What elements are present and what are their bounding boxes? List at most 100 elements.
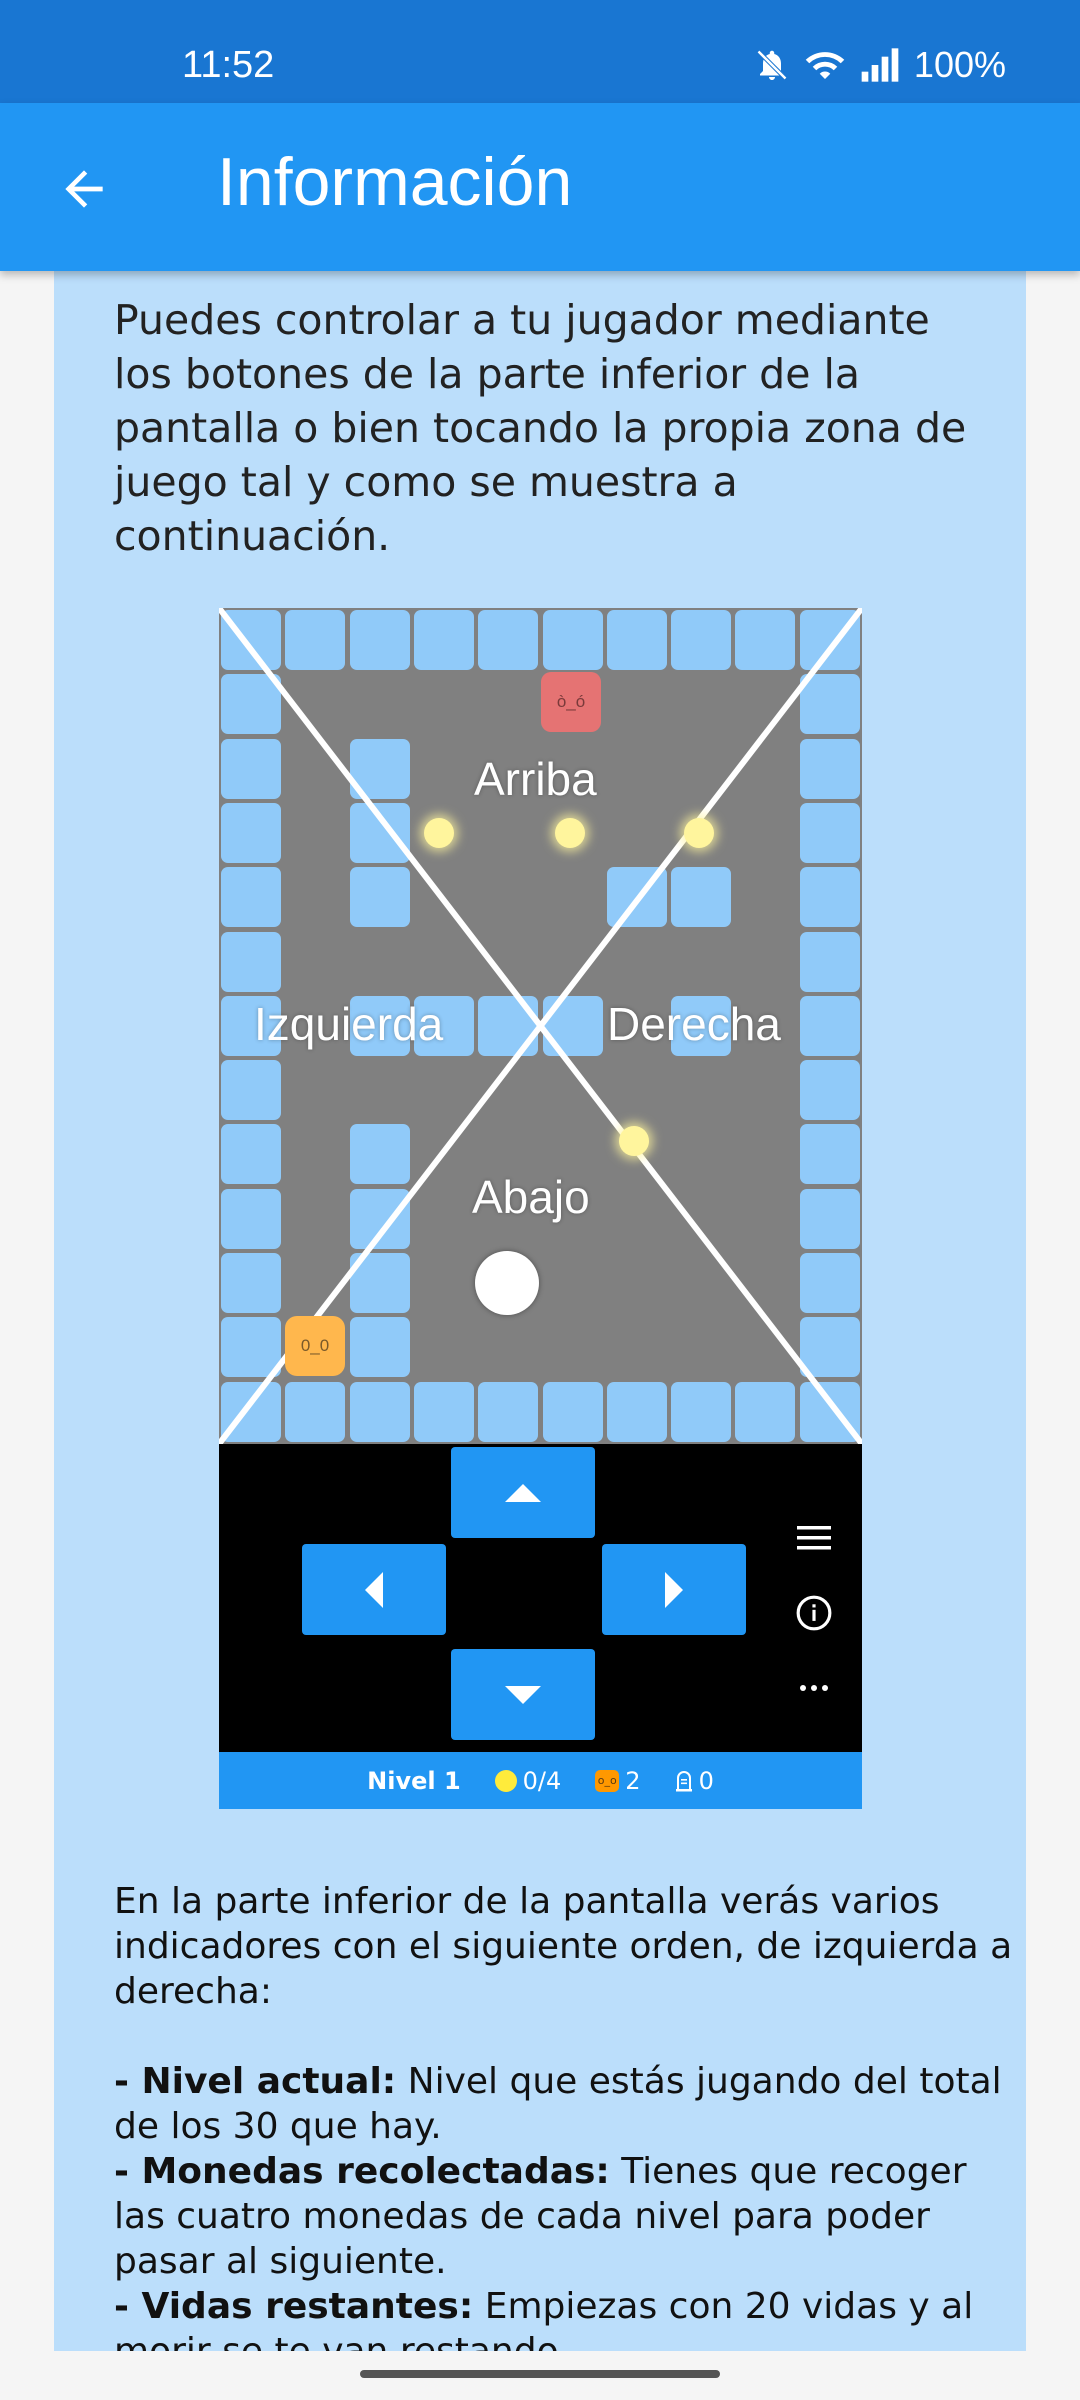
down-button[interactable]	[451, 1649, 595, 1740]
maze-wall-tile	[413, 1381, 474, 1442]
maze-wall-tile	[799, 1124, 860, 1185]
hud-lives-value: 2	[625, 1766, 641, 1795]
control-pad	[219, 1444, 862, 1752]
zone-label-down: Abajo	[472, 1171, 590, 1223]
hud-level: Nivel 1	[367, 1766, 461, 1795]
maze-wall-tile	[413, 610, 474, 670]
maze-wall-tile	[221, 1317, 281, 1378]
maze-wall-tile	[349, 802, 410, 863]
player	[475, 1251, 539, 1315]
hud-coins: 0/4	[494, 1766, 562, 1795]
left-button[interactable]	[302, 1544, 446, 1635]
maze-wall-tile	[671, 867, 732, 928]
maze-wall-tile	[478, 995, 539, 1056]
list-item: - Monedas recolectadas: Tienes que recog…	[114, 2149, 1014, 2284]
maze-wall-tile	[349, 1124, 410, 1185]
maze-wall-tile	[735, 610, 796, 670]
maze-wall-tile	[799, 610, 860, 670]
list-item: - Nivel actual: Nivel que estás jugando …	[114, 2059, 1014, 2149]
maze-wall-tile	[349, 610, 410, 670]
maze-wall-tile	[349, 1253, 410, 1313]
zone-label-right: Derecha	[607, 998, 781, 1050]
more-button[interactable]	[791, 1665, 837, 1711]
maze-wall-tile	[221, 1253, 281, 1313]
app-bar: Información	[0, 103, 1080, 271]
indicators-intro: En la parte inferior de la pantalla verá…	[114, 1881, 1013, 2012]
more-horizontal-icon	[800, 1685, 828, 1691]
triangle-up-icon	[505, 1483, 541, 1502]
maze-wall-tile	[799, 995, 860, 1056]
right-button[interactable]	[602, 1544, 746, 1635]
maze-wall-tile	[221, 738, 281, 799]
info-icon	[796, 1595, 832, 1631]
maze-wall-tile	[349, 738, 410, 799]
maze-wall-tile	[221, 1060, 281, 1121]
maze-wall-tile	[799, 738, 860, 799]
maze-wall-tile	[542, 610, 603, 670]
maze-wall-tile	[349, 1317, 410, 1378]
signal-icon	[860, 48, 900, 82]
maze-wall-tile	[221, 867, 281, 928]
back-button[interactable]	[48, 153, 120, 225]
maze-wall-tile	[799, 1253, 860, 1313]
maze-wall-tile	[735, 1381, 796, 1442]
face-icon: o_o	[595, 1769, 620, 1792]
tombstone-icon	[675, 1770, 692, 1791]
coin	[555, 818, 585, 848]
info-content[interactable]: Puedes controlar a tu jugador mediante l…	[54, 271, 1026, 2351]
bell-off-icon	[754, 47, 790, 83]
hud-steps-value: 0	[698, 1766, 714, 1795]
maze-wall-tile	[221, 1381, 281, 1442]
maze-wall-tile	[221, 674, 281, 735]
maze-wall-tile	[221, 931, 281, 992]
maze-wall-tile	[349, 867, 410, 928]
up-button[interactable]	[451, 1447, 595, 1538]
hud-coins-value: 0/4	[522, 1766, 562, 1795]
maze-wall-tile	[542, 995, 603, 1056]
maze-wall-tile	[221, 1188, 281, 1249]
item-term: - Vidas restantes:	[114, 2286, 474, 2327]
triangle-left-icon	[365, 1571, 383, 1608]
hud-steps: 0	[675, 1767, 714, 1795]
indicators-description: En la parte inferior de la pantalla verá…	[114, 1879, 1014, 2351]
maze-wall-tile	[799, 674, 860, 735]
coin	[424, 818, 454, 848]
battery-text: 100%	[913, 44, 1006, 85]
wifi-icon	[804, 47, 846, 83]
item-term: - Nivel actual:	[114, 2061, 397, 2102]
maze-wall-tile	[799, 1188, 860, 1249]
gesture-handle[interactable]	[360, 2370, 720, 2378]
status-bar: 11:52 100%	[0, 0, 1080, 103]
maze-wall-tile	[349, 1188, 410, 1249]
maze-wall-tile	[349, 1381, 410, 1442]
enemy-red: ò_ó	[541, 672, 601, 732]
info-button[interactable]	[791, 1590, 837, 1636]
maze-wall-tile	[671, 1381, 732, 1442]
status-icons: 100%	[754, 44, 1006, 86]
maze-wall-tile	[799, 802, 860, 863]
triangle-down-icon	[505, 1685, 541, 1704]
arrow-back-icon	[65, 170, 103, 208]
game-board: ò_ó 0_0 Arriba Izquierda Derecha Abajo	[219, 608, 862, 1444]
page-title: Información	[217, 144, 573, 220]
intro-paragraph: Puedes controlar a tu jugador mediante l…	[114, 296, 967, 560]
maze-wall-tile	[221, 610, 281, 670]
list-item: - Vidas restantes: Empiezas con 20 vidas…	[114, 2284, 1014, 2351]
maze-wall-tile	[671, 610, 732, 670]
maze-wall-tile	[799, 931, 860, 992]
hud-lives: o_o 2	[595, 1766, 641, 1795]
zone-label-up: Arriba	[474, 753, 597, 805]
status-time: 11:52	[182, 44, 275, 86]
maze-wall-tile	[799, 1317, 860, 1378]
enemy-orange: 0_0	[285, 1316, 345, 1376]
triangle-right-icon	[665, 1571, 683, 1608]
maze-wall-tile	[799, 1381, 860, 1442]
maze-wall-tile	[221, 1124, 281, 1185]
maze-wall-tile	[478, 1381, 539, 1442]
maze-wall-tile	[606, 610, 667, 670]
menu-button[interactable]	[791, 1515, 837, 1561]
item-term: - Monedas recolectadas:	[114, 2151, 610, 2192]
maze-wall-tile	[285, 610, 346, 670]
menu-icon	[797, 1526, 831, 1550]
maze-wall-tile	[606, 867, 667, 928]
